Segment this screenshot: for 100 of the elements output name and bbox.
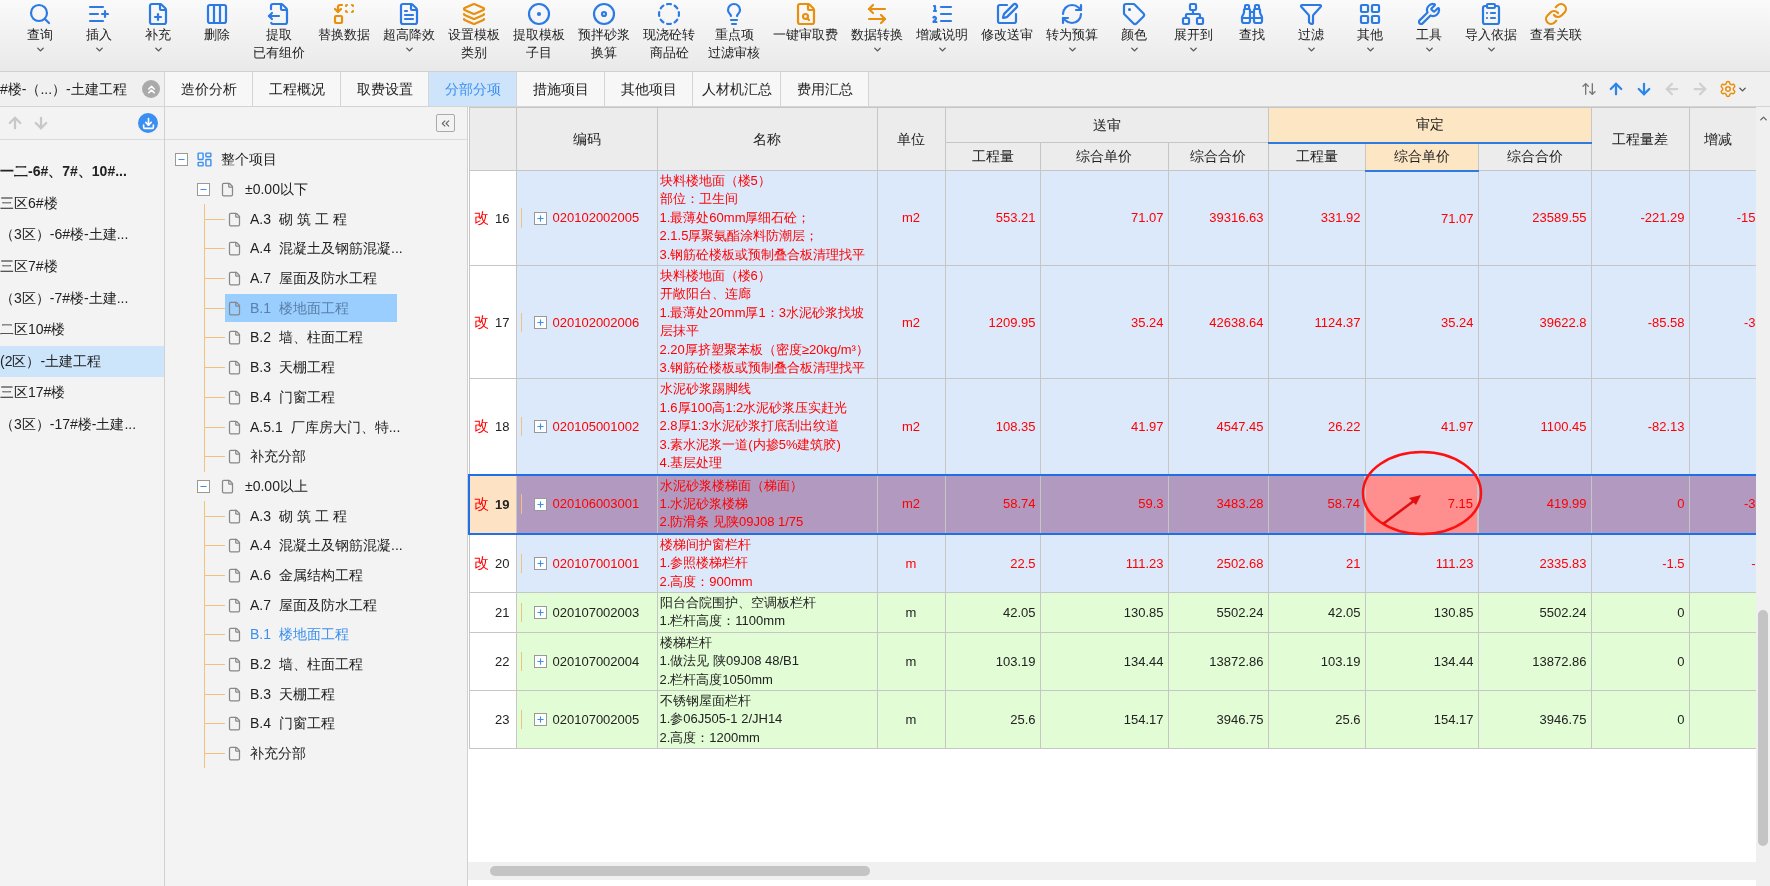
toolbar-button[interactable]: 过滤 <box>1283 0 1339 55</box>
tree-item[interactable]: ±0.00以下 <box>245 179 308 201</box>
toolbar-button[interactable]: 现浇砼转 商品砼 <box>638 0 700 62</box>
project-list-item[interactable]: （3区）-6#楼-土建... <box>0 219 164 251</box>
tree-item[interactable]: B.4 门窗工程 <box>225 709 339 738</box>
table-cell: 103.19 <box>945 632 1040 691</box>
header-cell: 增减 <box>1689 107 1756 171</box>
tree-item[interactable]: A.3 砌 筑 工 程 <box>225 205 351 234</box>
sort-icon[interactable] <box>1581 81 1597 97</box>
toolbar-button[interactable]: 设置模板 类别 <box>443 0 505 62</box>
tab[interactable]: 措施项目 <box>517 72 605 106</box>
toolbar-button[interactable]: 导入依据 <box>1460 0 1522 55</box>
header-group-cell: 审定 <box>1268 107 1592 143</box>
tab[interactable]: 取费设置 <box>341 72 429 106</box>
tree-item[interactable]: A.5.1 厂库房大门、特... <box>225 413 405 442</box>
table-cell: 154.17 <box>1040 690 1168 749</box>
project-list-item[interactable]: 三区17#楼 <box>0 377 164 409</box>
expand-toggle[interactable] <box>533 654 547 668</box>
toolbar-button[interactable]: 提取模板 子目 <box>508 0 570 62</box>
tree-item[interactable]: A.4 混凝土及钢筋混凝... <box>225 234 407 263</box>
table-row[interactable]: 23 020107002005 不锈钢屋面栏杆 1.参06J505-1 2/JH14 2.高度：1200mm m 25.6 154.17 3946.75 25.6 154.17 3946.75 0 <box>469 690 1756 749</box>
scrollbar-thumb[interactable] <box>490 866 870 876</box>
tree-item[interactable]: A.7 屋面及防水工程 <box>225 264 381 293</box>
toolbar-button[interactable]: 查看关联 <box>1525 0 1587 44</box>
project-list-item[interactable]: (2区）-土建工程 <box>0 345 164 378</box>
table-row[interactable]: 22 020107002004 楼梯栏杆 1.做法见 陕09J08 48/B1 2.栏杆高度1050mm m 103.19 134.44 13872.86 103.19 134.44 13872.86 0 <box>469 632 1756 691</box>
table-row[interactable]: 改 17 020102002006 块料楼地面（楼6） 开敞阳台、连廊 1.最薄处20mm厚1：3水泥砂浆找坡层抹平 2.20厚挤塑聚苯板（密度≥20kg/m³） 3.钢筋砼楼板或预制叠合板清理找平 m2 1209.95 35.24 42638.64 1124.37 35.24 39622.8 -85.58 -3 <box>469 265 1756 379</box>
tree-item[interactable]: A.6 金属结构工程 <box>225 561 367 590</box>
horizontal-scrollbar[interactable] <box>468 862 1756 880</box>
expand-toggle[interactable] <box>533 713 547 727</box>
move-down-icon[interactable] <box>1635 80 1653 98</box>
tab[interactable]: 人材机汇总 <box>693 72 781 106</box>
tree-item[interactable]: A.4 混凝土及钢筋混凝... <box>225 531 407 560</box>
tree-item[interactable]: A.3 砌 筑 工 程 <box>225 502 351 531</box>
tree-item[interactable]: B.2 墙、柱面工程 <box>225 650 367 679</box>
tree-item[interactable]: B.2 墙、柱面工程 <box>225 323 367 352</box>
collapse-toggle[interactable] <box>197 183 210 197</box>
plus-icon <box>535 213 545 223</box>
tree-item[interactable]: 补充分部 <box>225 442 310 471</box>
toolbar-button[interactable]: 工具 <box>1401 0 1457 55</box>
toolbar-button[interactable]: 一键审取费 <box>768 0 843 44</box>
project-list-item[interactable]: （3区）-17#楼-土建... <box>0 408 164 441</box>
dropdown-caret-icon <box>936 44 948 55</box>
table-row[interactable]: 改 16 020102002005 块料楼地面（楼5） 部位：卫生间 1.最薄处60mm厚细石砼； 2.1.5厚聚氨酯涂料防潮层； 3.钢筋砼楼板或预制叠合板清理找平 m2 553.21 71.07 39316.63 331.92 71.07 23589.55 -221.29 -15 <box>469 170 1756 266</box>
toolbar-button[interactable]: 增减说明 <box>911 0 973 55</box>
tree-item[interactable]: ±0.00以上 <box>245 475 308 497</box>
vertical-scrollbar[interactable] <box>1756 107 1770 886</box>
toolbar-button[interactable]: 数据转换 <box>846 0 908 55</box>
expand-toggle[interactable] <box>533 605 547 619</box>
collapse-toggle[interactable] <box>197 479 210 493</box>
toolbar-button[interactable]: 查询 <box>12 0 68 55</box>
expand-toggle[interactable] <box>533 556 547 570</box>
collapse-panel-button[interactable] <box>436 114 455 132</box>
project-list-item[interactable]: 二区10#楼 <box>0 313 164 346</box>
toolbar-button[interactable]: 转为预算 <box>1041 0 1103 55</box>
tab[interactable]: 其他项目 <box>605 72 693 106</box>
toolbar-button[interactable]: 预拌砂浆 换算 <box>573 0 635 62</box>
tree-item[interactable]: A.7 屋面及防水工程 <box>225 591 381 620</box>
toolbar-button[interactable]: 其他 <box>1342 0 1398 55</box>
table-row[interactable]: 改 18 020105001002 水泥砂浆踢脚线 1.6厚100高1:2水泥砂浆压实赶光 2.8厚1:3水泥砂浆打底刮出纹道 3.素水泥浆一道(内掺5%建筑胶) 4.基层处理 m2 108.35 41.97 4547.45 26.22 41.97 1100.45 -82.13 <box>469 378 1756 475</box>
toolbar-button[interactable]: 重点项 过滤审核 <box>703 0 765 62</box>
expand-toggle[interactable] <box>533 315 547 329</box>
document-icon <box>227 211 242 227</box>
project-list-item[interactable]: （3区）-7#楼-土建... <box>0 282 164 314</box>
expand-toggle[interactable] <box>533 497 547 511</box>
toolbar-button[interactable]: 替换数据 <box>313 0 375 44</box>
project-list-item[interactable]: 三区7#楼 <box>0 250 164 283</box>
tree-item[interactable]: 整个项目 <box>221 149 277 171</box>
row-number: 23 <box>495 711 510 727</box>
table-row[interactable]: 21 020107002003 阳台合院围护、空调板栏杆 1.栏杆高度：1100mm m 42.05 130.85 5502.24 42.05 130.85 5502.24 0 <box>469 592 1756 633</box>
scrollbar-thumb[interactable] <box>1758 610 1768 846</box>
toolbar-button[interactable]: 删除 <box>189 0 245 44</box>
move-up-icon[interactable] <box>1607 80 1625 98</box>
toolbar-button[interactable]: 超高降效 <box>378 0 440 55</box>
expand-toggle[interactable] <box>533 211 547 225</box>
tree-item[interactable]: B.4 门窗工程 <box>225 383 339 412</box>
tab[interactable]: 造价分析 <box>165 72 253 106</box>
column-settings-button[interactable] <box>1719 80 1748 98</box>
row-number: 16 <box>495 210 510 226</box>
toolbar-button[interactable]: 提取 已有组价 <box>248 0 310 62</box>
tree-item[interactable]: B.3 天棚工程 <box>225 680 339 709</box>
tree-item[interactable]: B.3 天棚工程 <box>225 353 339 382</box>
toolbar-button[interactable]: 修改送审 <box>976 0 1038 44</box>
tab[interactable]: 费用汇总 <box>781 72 869 106</box>
table-cell: 1124.37 <box>1268 265 1366 379</box>
toolbar-button[interactable]: 查找 <box>1224 0 1280 44</box>
collapse-toggle[interactable] <box>175 153 188 167</box>
project-list-item[interactable]: 一二-6#、7#、10#... <box>0 156 164 188</box>
table-row[interactable]: 改 20 020107001001 楼梯间护窗栏杆 1.参照楼梯栏杆 2.高度：900mm m 22.5 111.23 2502.68 21 111.23 2335.83 -1.5 - <box>469 533 1756 593</box>
download-button[interactable] <box>138 113 158 133</box>
toolbar-button[interactable]: 展开到 <box>1165 0 1221 55</box>
collapse-button[interactable] <box>142 80 160 98</box>
expand-toggle[interactable] <box>533 420 547 433</box>
toolbar-button[interactable]: 颜色 <box>1106 0 1162 55</box>
project-list-item[interactable]: 三区6#楼 <box>0 187 164 220</box>
toolbar-button[interactable]: 补充 <box>130 0 186 55</box>
toolbar-button[interactable]: 插入 <box>71 0 127 55</box>
tab[interactable]: 工程概况 <box>253 72 341 106</box>
tree-item[interactable]: 补充分部 <box>225 739 310 768</box>
scroll-up-icon[interactable] <box>1757 113 1769 124</box>
